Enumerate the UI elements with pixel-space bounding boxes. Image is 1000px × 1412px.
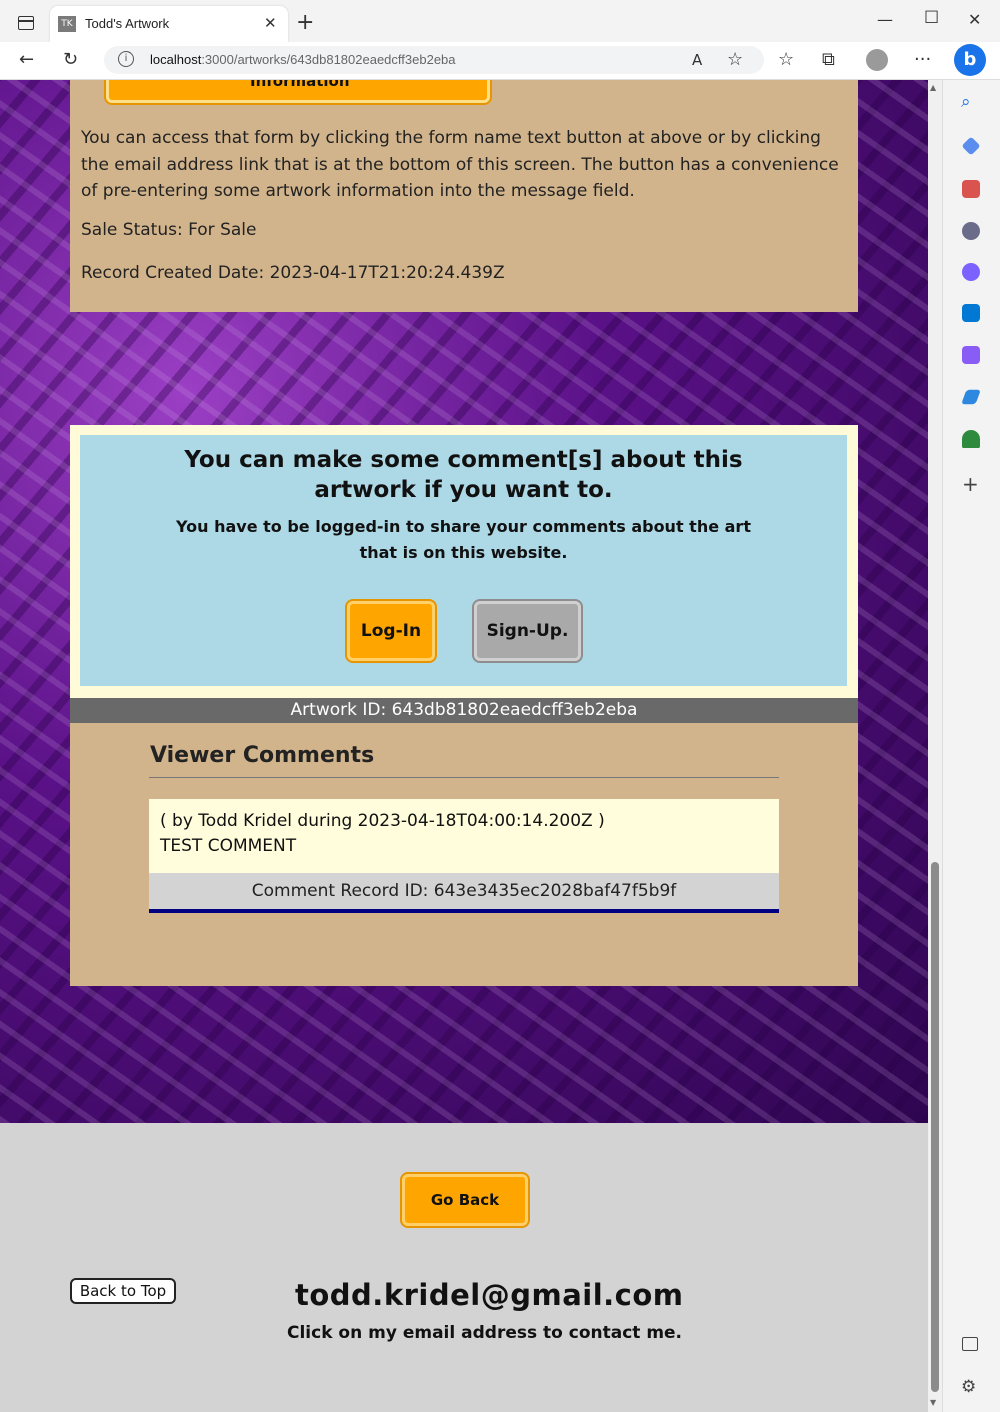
outlook-icon[interactable]: [962, 304, 980, 322]
comment-prompt-subtext: You have to be logged-in to share your c…: [176, 517, 751, 562]
window-close-icon[interactable]: ✕: [968, 10, 981, 29]
page-viewport: Information You can access that form by …: [0, 80, 928, 1412]
read-aloud-icon[interactable]: A: [692, 51, 702, 69]
hide-sidebar-icon[interactable]: [962, 1337, 978, 1351]
bing-copilot-icon[interactable]: b: [954, 44, 986, 76]
record-created-date: Record Created Date: 2023-04-17T21:20:24…: [81, 263, 505, 283]
url-host: localhost: [150, 52, 202, 67]
back-arrow-icon[interactable]: ←: [19, 49, 34, 70]
collections-icon[interactable]: ⧉: [822, 49, 835, 70]
url-text[interactable]: localhost:3000/artworks/643db81802eaedcf…: [150, 52, 456, 67]
add-favorite-icon[interactable]: ☆: [727, 49, 743, 70]
close-tab-icon[interactable]: ✕: [264, 14, 277, 32]
maximize-icon[interactable]: ☐: [924, 8, 939, 28]
divider: [149, 777, 779, 778]
new-tab-icon[interactable]: +: [296, 10, 314, 35]
tab-actions-icon[interactable]: [18, 16, 34, 30]
sale-status: Sale Status: For Sale: [81, 220, 257, 240]
microsoft-365-icon[interactable]: [962, 263, 980, 281]
scroll-down-icon[interactable]: ▼: [930, 1398, 936, 1407]
minimize-icon[interactable]: —: [877, 10, 893, 29]
favorites-icon[interactable]: ☆: [778, 49, 794, 70]
contact-instructions: You can access that form by clicking the…: [81, 128, 839, 201]
go-back-button[interactable]: Go Back: [402, 1174, 528, 1226]
more-menu-icon[interactable]: ···: [914, 49, 931, 70]
settings-gear-icon[interactable]: ⚙: [961, 1377, 976, 1397]
viewer-comments-title: Viewer Comments: [150, 743, 375, 768]
tab-title: Todd's Artwork: [85, 16, 170, 31]
email-link[interactable]: todd.kridel@gmail.com: [295, 1278, 684, 1312]
comment-meta: ( by Todd Kridel during 2023-04-18T04:00…: [160, 811, 605, 831]
comment-prompt-heading: You can make some comment[s] about this …: [184, 447, 743, 503]
tools-briefcase-icon[interactable]: [962, 180, 980, 198]
search-icon[interactable]: ⌕: [961, 92, 971, 112]
artwork-id-bar: Artwork ID: 643db81802eaedcff3eb2eba: [70, 698, 858, 723]
email-hint: Click on my email address to contact me.: [287, 1323, 683, 1343]
profile-avatar[interactable]: [866, 49, 888, 71]
information-button-label: Information: [250, 80, 350, 90]
comment-text: TEST COMMENT: [160, 836, 297, 856]
login-button[interactable]: Log-In: [347, 601, 435, 661]
comment-record-id: Comment Record ID: 643e3435ec2028baf47f5…: [149, 873, 779, 913]
back-to-top-button[interactable]: Back to Top: [70, 1278, 176, 1304]
add-sidebar-app-icon[interactable]: +: [962, 472, 979, 496]
scrollbar-thumb[interactable]: [931, 862, 939, 1392]
designer-icon[interactable]: [962, 346, 980, 364]
footer-area: [0, 1123, 928, 1412]
games-icon[interactable]: [962, 222, 980, 240]
url-path: :3000/artworks/643db81802eaedcff3eb2eba: [201, 52, 456, 67]
scroll-up-icon[interactable]: ▲: [930, 83, 936, 92]
signup-button[interactable]: Sign-Up.: [474, 601, 581, 661]
refresh-icon[interactable]: ↻: [63, 49, 78, 70]
tab-favicon-icon: TK: [58, 16, 76, 32]
site-info-icon[interactable]: i: [118, 51, 134, 67]
tree-icon[interactable]: [962, 430, 980, 448]
